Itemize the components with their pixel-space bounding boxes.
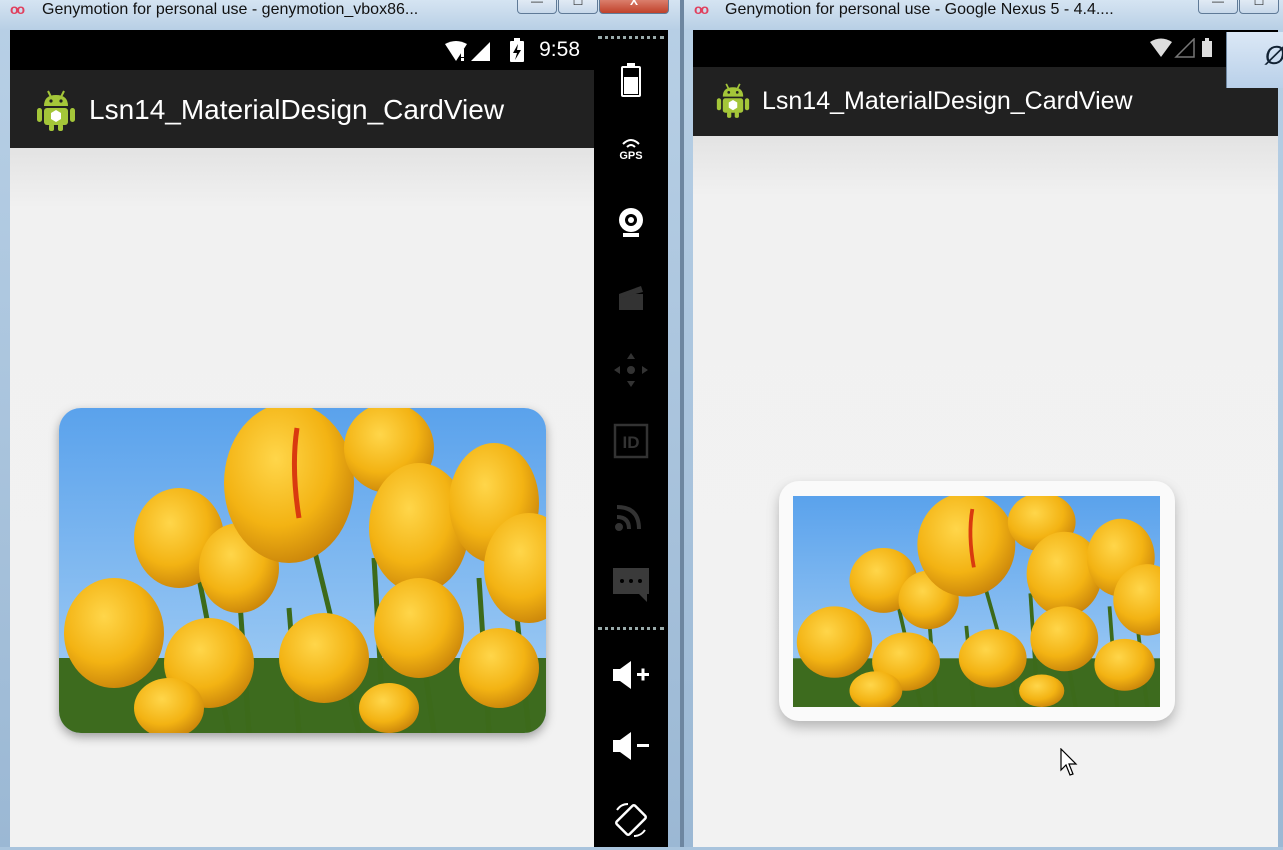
tulip-card[interactable] (59, 408, 546, 733)
id-label: ID (623, 433, 640, 452)
maximize-button[interactable]: ☐ (558, 0, 598, 14)
minimize-button[interactable]: — (1198, 0, 1238, 14)
right-device-screen[interactable]: Lsn14_MaterialDesign_CardView (693, 30, 1278, 847)
battery-charging-icon (510, 38, 524, 62)
minimize-button[interactable]: — (517, 0, 557, 14)
battery-icon[interactable] (594, 50, 668, 110)
webcam-icon[interactable] (594, 193, 668, 253)
close-button[interactable]: X (599, 0, 669, 14)
cast-icon[interactable] (594, 485, 668, 545)
gps-icon[interactable]: GPS (594, 120, 668, 180)
action-bar: Lsn14_MaterialDesign_CardView (10, 70, 594, 148)
sms-icon[interactable] (594, 555, 668, 615)
tulip-card[interactable] (779, 481, 1175, 721)
volume-up-icon[interactable] (594, 645, 668, 705)
action-bar: Lsn14_MaterialDesign_CardView (693, 67, 1278, 136)
android-app-icon (716, 83, 750, 118)
wifi-signal-icon (1150, 38, 1212, 58)
genymotion-logo-icon: oo (694, 1, 709, 17)
left-window-title: Genymotion for personal use - genymotion… (42, 1, 419, 18)
status-time: 9:58 (539, 38, 580, 61)
sidebar-divider (598, 627, 664, 630)
capture-icon[interactable] (594, 268, 668, 328)
left-device-screen[interactable]: 9:58 Lsn14_MaterialDesign_CardView (10, 30, 594, 847)
status-bar: 9:58 (10, 30, 594, 70)
content-area (693, 136, 1278, 847)
maximize-button[interactable]: ☐ (1239, 0, 1279, 14)
volume-down-icon[interactable] (594, 716, 668, 776)
tulip-image-frame (793, 496, 1160, 707)
gps-label: GPS (619, 150, 643, 162)
rotate-icon[interactable] (594, 790, 668, 850)
content-area (10, 148, 594, 847)
tulip-image (793, 496, 1160, 707)
overlay-window-corner[interactable]: Ø (1226, 32, 1283, 88)
wifi-signal-icon (445, 41, 490, 61)
android-app-icon (37, 90, 75, 131)
right-window-title: Genymotion for personal use - Google Nex… (725, 1, 1114, 18)
left-emulator-window: oo Genymotion for personal use - genymot… (0, 0, 680, 847)
device-id-icon[interactable]: ID (594, 411, 668, 471)
status-bar (693, 30, 1278, 67)
mouse-cursor-icon (1060, 748, 1078, 776)
app-title: Lsn14_MaterialDesign_CardView (89, 94, 505, 125)
overlay-glyph: Ø (1265, 40, 1283, 71)
tulip-image (59, 408, 546, 733)
genymotion-logo-icon: oo (10, 1, 25, 17)
left-window-titlebar[interactable]: oo Genymotion for personal use - genymot… (0, 0, 680, 30)
app-title: Lsn14_MaterialDesign_CardView (762, 87, 1133, 115)
genymotion-sidebar: GPS ID (594, 30, 668, 847)
dpad-icon[interactable] (594, 340, 668, 400)
right-emulator-window: oo Genymotion for personal use - Google … (684, 0, 1283, 847)
sidebar-divider (598, 36, 664, 39)
right-window-titlebar[interactable]: oo Genymotion for personal use - Google … (684, 0, 1283, 30)
